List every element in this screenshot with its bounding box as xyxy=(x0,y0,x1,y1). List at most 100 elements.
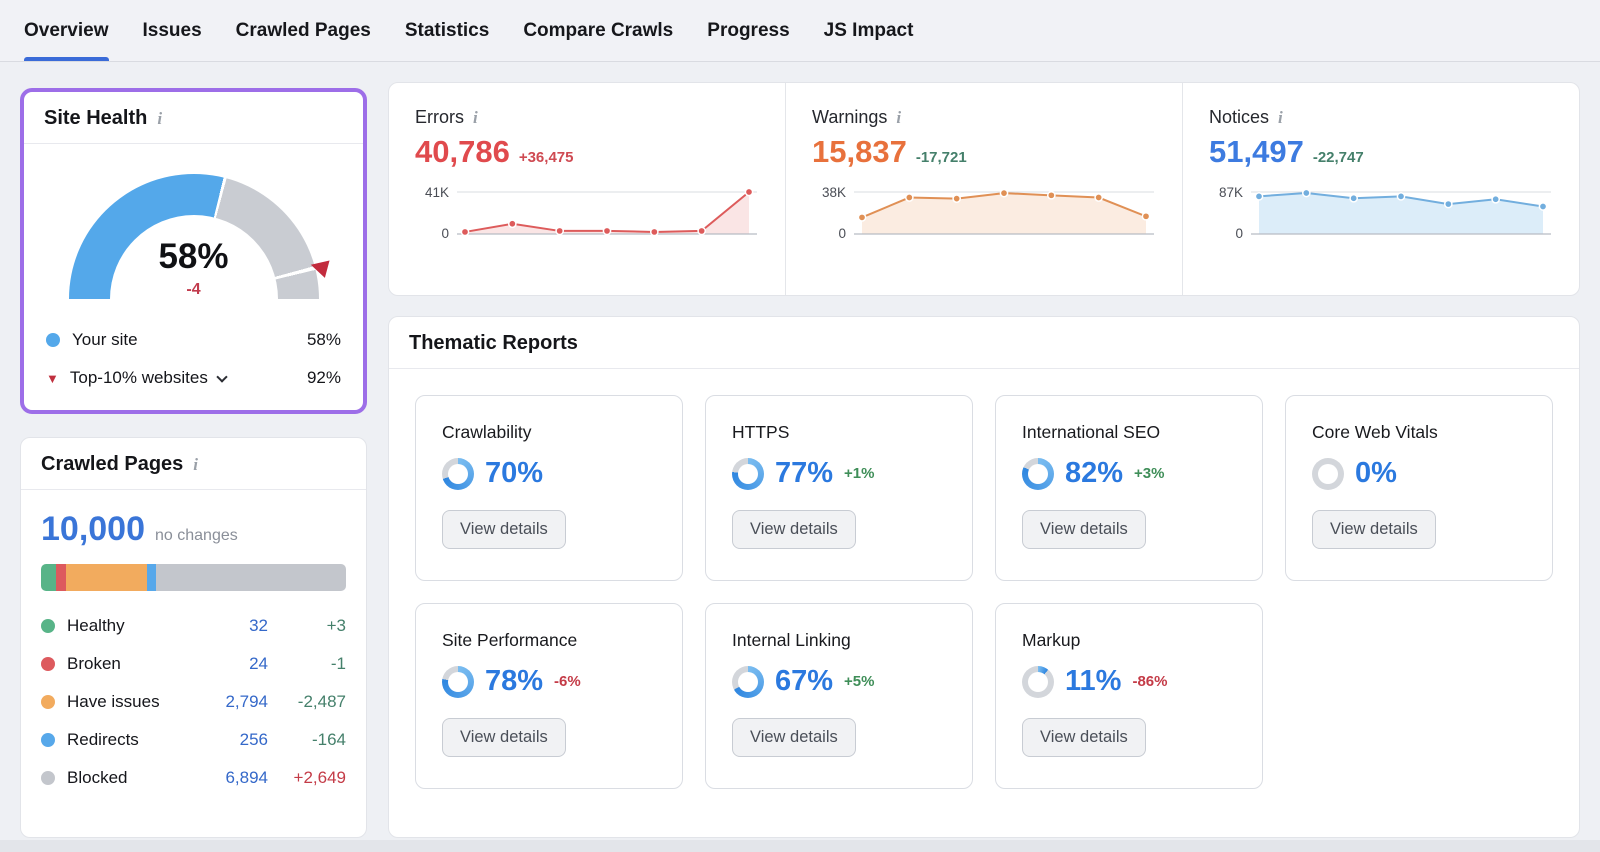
site-health-legend-row[interactable]: ▼Top-10% websites92% xyxy=(46,359,341,397)
info-icon[interactable]: i xyxy=(473,109,478,126)
tab-js-impact[interactable]: JS Impact xyxy=(824,0,914,61)
card-title: Crawlability xyxy=(442,422,656,443)
view-details-button[interactable]: View details xyxy=(732,510,856,549)
stat-errors: Errorsi40,786+36,47541K0 xyxy=(389,83,785,295)
chevron-down-icon[interactable] xyxy=(216,371,227,382)
legend-dot-icon xyxy=(41,771,55,785)
thematic-card-site-performance: Site Performance 78%-6% View details xyxy=(415,603,683,789)
legend-dot-icon xyxy=(41,733,55,747)
view-details-button[interactable]: View details xyxy=(1022,510,1146,549)
bottom-divider xyxy=(0,840,1600,852)
bar-segment xyxy=(66,564,147,591)
crawled-row-blocked: Blocked6,894+2,649 xyxy=(41,759,346,797)
legend-dot-icon xyxy=(46,333,60,347)
legend-dot-icon xyxy=(41,657,55,671)
sparkline-block: 41K0 xyxy=(415,182,759,242)
crawled-row-value[interactable]: 6,894 xyxy=(202,768,268,788)
crawled-row-value[interactable]: 24 xyxy=(202,654,268,674)
score-ring-icon xyxy=(442,458,474,490)
thematic-card-https: HTTPS 77%+1% View details xyxy=(705,395,973,581)
ring-hole xyxy=(738,464,758,484)
tab-progress[interactable]: Progress xyxy=(707,0,789,61)
info-icon[interactable]: i xyxy=(896,109,901,126)
crawled-row-label: Healthy xyxy=(41,616,202,636)
crawled-row-value[interactable]: 32 xyxy=(202,616,268,636)
site-health-header: Site Health i xyxy=(24,92,363,144)
card-title: International SEO xyxy=(1022,422,1236,443)
stat-value-row: 51,497-22,747 xyxy=(1209,134,1553,170)
card-score-row: 11%-86% xyxy=(1022,665,1236,698)
legend-value: 92% xyxy=(307,368,341,388)
legend-value: 58% xyxy=(307,330,341,350)
card-change: +3% xyxy=(1134,465,1164,482)
crawled-row-change: +3 xyxy=(268,616,346,636)
legend-dot-icon xyxy=(41,619,55,633)
view-details-button[interactable]: View details xyxy=(732,718,856,757)
stat-value[interactable]: 51,497 xyxy=(1209,134,1304,170)
sparkline-chart xyxy=(854,182,1154,242)
crawled-pages-title: Crawled Pages xyxy=(41,453,183,476)
view-details-button[interactable]: View details xyxy=(1022,718,1146,757)
site-audit-overview-page: Overview Issues Crawled Pages Statistics Com… xyxy=(0,0,1600,852)
site-health-legend: Your site58%▼Top-10% websites92% xyxy=(24,299,363,397)
thematic-card-international-seo: International SEO 82%+3% View details xyxy=(995,395,1263,581)
info-icon[interactable]: i xyxy=(157,110,162,127)
stat-label-text: Notices xyxy=(1209,107,1269,128)
stat-change: -17,721 xyxy=(916,149,967,166)
site-health-legend-row[interactable]: Your site58% xyxy=(46,321,341,359)
triangle-down-icon: ▼ xyxy=(46,371,59,386)
thematic-reports-header: Thematic Reports xyxy=(389,317,1579,369)
card-change: -86% xyxy=(1132,673,1167,690)
score-ring-icon xyxy=(732,666,764,698)
view-details-button[interactable]: View details xyxy=(442,510,566,549)
card-score-row: 78%-6% xyxy=(442,665,656,698)
stat-value[interactable]: 15,837 xyxy=(812,134,907,170)
card-title: Internal Linking xyxy=(732,630,946,651)
crawled-row-label: Blocked xyxy=(41,768,202,788)
card-score-row: 82%+3% xyxy=(1022,457,1236,490)
axis-zero-label: 0 xyxy=(838,226,846,241)
crawled-row-value[interactable]: 256 xyxy=(202,730,268,750)
audit-tab-bar: Overview Issues Crawled Pages Statistics Com… xyxy=(0,0,1600,62)
crawled-row-broken: Broken24-1 xyxy=(41,645,346,683)
crawled-breakdown-list: Healthy32+3Broken24-1Have issues2,794-2,… xyxy=(41,607,346,797)
stat-label-text: Warnings xyxy=(812,107,887,128)
card-change: +1% xyxy=(844,465,874,482)
tab-overview[interactable]: Overview xyxy=(24,0,109,61)
crawled-row-label: Broken xyxy=(41,654,202,674)
site-health-gauge: 58% -4 xyxy=(69,174,319,299)
crawled-row-change: -1 xyxy=(268,654,346,674)
score-ring-icon xyxy=(1022,458,1054,490)
card-change: +5% xyxy=(844,673,874,690)
crawled-pages-header: Crawled Pages i xyxy=(21,438,366,490)
crawled-row-healthy: Healthy32+3 xyxy=(41,607,346,645)
sparkline-block: 38K 0 xyxy=(812,182,1156,242)
crawled-total[interactable]: 10,000 xyxy=(41,510,145,549)
thematic-card-internal-linking: Internal Linking67%+5%View details xyxy=(705,603,973,789)
ring-hole xyxy=(1318,464,1338,484)
tab-statistics[interactable]: Statistics xyxy=(405,0,489,61)
score-ring-icon xyxy=(1022,666,1054,698)
card-title: Site Performance xyxy=(442,630,656,651)
card-score-row: 0% xyxy=(1312,457,1526,490)
issues-summary-panel: Errorsi40,786+36,47541K0Warningsi15,837-… xyxy=(388,82,1580,296)
crawled-row-value[interactable]: 2,794 xyxy=(202,692,268,712)
thematic-cards-grid: Crawlability70%View detailsHTTPS77%+1%Vi… xyxy=(389,369,1579,815)
card-score-row: 77%+1% xyxy=(732,457,946,490)
legend-dot-icon xyxy=(41,695,55,709)
view-details-button[interactable]: View details xyxy=(442,718,566,757)
tab-crawled-pages[interactable]: Crawled Pages xyxy=(236,0,371,61)
info-icon[interactable]: i xyxy=(193,456,198,473)
card-title: HTTPS xyxy=(732,422,946,443)
info-icon[interactable]: i xyxy=(1278,109,1283,126)
tab-issues[interactable]: Issues xyxy=(143,0,202,61)
crawled-stacked-bar xyxy=(41,564,346,591)
stat-value[interactable]: 40,786 xyxy=(415,134,510,170)
axis-max-label: 38K xyxy=(822,185,846,200)
stat-value-row: 15,837 -17,721 xyxy=(812,134,1156,170)
view-details-button[interactable]: View details xyxy=(1312,510,1436,549)
thematic-reports-panel: Thematic Reports Crawlability70%View det… xyxy=(388,316,1580,838)
stat-label-text: Errors xyxy=(415,107,464,128)
tab-compare-crawls[interactable]: Compare Crawls xyxy=(523,0,673,61)
ring-hole xyxy=(448,672,468,692)
